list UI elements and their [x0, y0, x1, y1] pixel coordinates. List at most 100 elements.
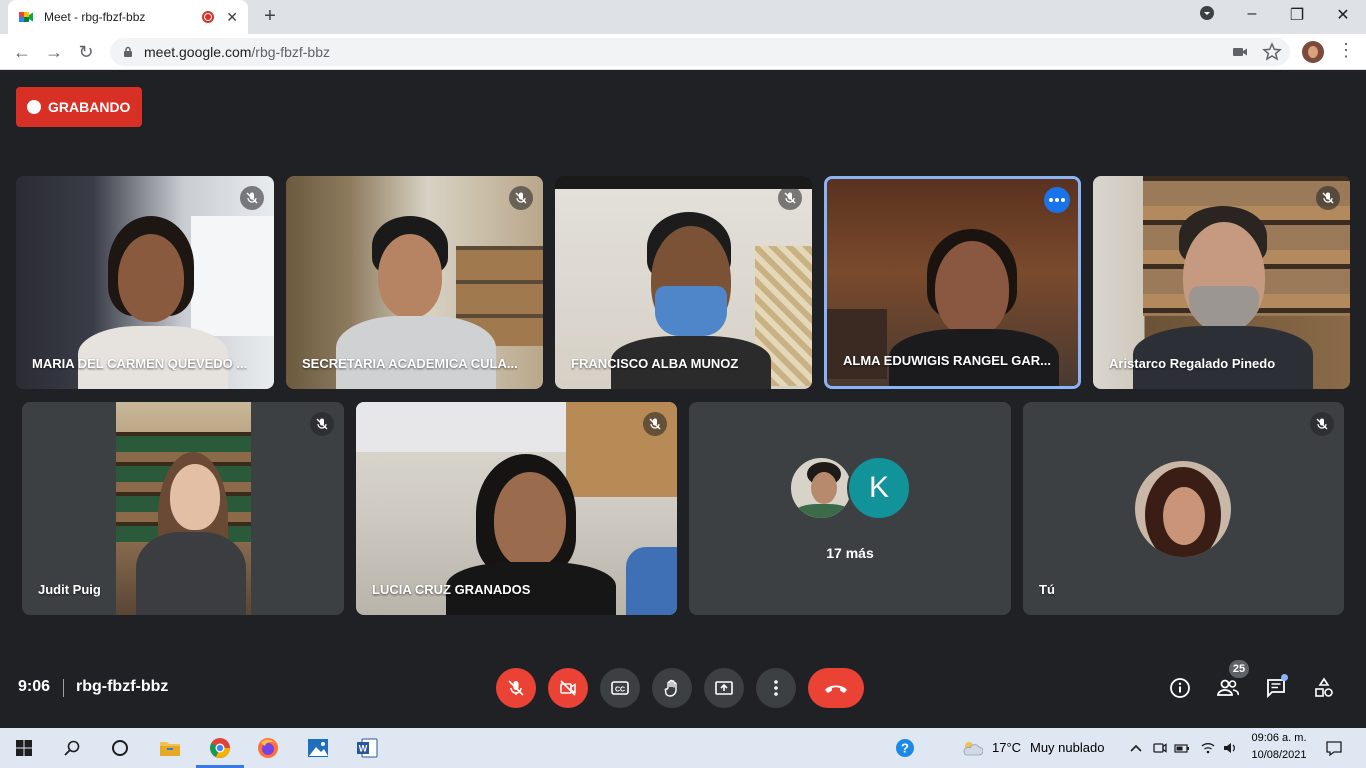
- close-tab-icon[interactable]: ✕: [226, 9, 238, 26]
- raise-hand-button[interactable]: [652, 668, 692, 708]
- back-icon[interactable]: ←: [10, 40, 34, 64]
- weather-temperature: 17°C: [992, 740, 1022, 755]
- cortana-icon[interactable]: [108, 736, 132, 760]
- participant-name: MARIA DEL CARMEN QUEVEDO ...: [32, 356, 248, 371]
- participant-tile[interactable]: LUCIA CRUZ GRANADOS: [356, 402, 677, 615]
- recording-indicator-icon: [202, 11, 215, 23]
- svg-text:?: ?: [901, 741, 909, 756]
- participant-name: FRANCISCO ALBA MUNOZ: [571, 356, 739, 371]
- forward-icon[interactable]: →: [42, 40, 66, 64]
- tab-title: Meet - rbg-fbzf-bbz: [44, 10, 146, 24]
- mic-off-icon: [643, 412, 667, 436]
- meeting-code: rbg-fbzf-bbz: [76, 678, 169, 695]
- browser-toolbar: ← → ↻ meet.google.com/rbg-fbzf-bbz ⋮: [0, 34, 1366, 70]
- mic-off-icon: [1316, 186, 1340, 210]
- activities-icon: [1315, 677, 1333, 697]
- browser-tab[interactable]: Meet - rbg-fbzf-bbz ✕: [8, 0, 248, 34]
- self-avatar: [1135, 461, 1231, 557]
- more-participants-label: 17 más: [826, 545, 874, 561]
- captions-icon: CC: [611, 681, 629, 695]
- chat-notification-dot: [1281, 674, 1288, 681]
- participant-tile[interactable]: FRANCISCO ALBA MUNOZ: [555, 176, 812, 389]
- mic-off-icon: [240, 186, 264, 210]
- svg-text:CC: CC: [615, 687, 625, 694]
- more-options-button[interactable]: [756, 668, 796, 708]
- windows-start-icon[interactable]: [12, 736, 36, 760]
- participant-tile[interactable]: Aristarco Regalado Pinedo: [1093, 176, 1350, 389]
- new-tab-button[interactable]: +: [258, 5, 282, 29]
- people-icon: [1217, 679, 1239, 696]
- volume-icon[interactable]: [1218, 736, 1242, 760]
- activities-button[interactable]: [1312, 676, 1336, 700]
- minimize-icon[interactable]: –: [1240, 5, 1264, 23]
- url-host: meet.google.com: [144, 44, 252, 60]
- more-vert-icon: [774, 680, 778, 696]
- mic-off-icon: [509, 186, 533, 210]
- self-name: Tú: [1039, 582, 1055, 597]
- meeting-details-button[interactable]: [1168, 676, 1192, 700]
- close-window-icon[interactable]: ✕: [1331, 5, 1355, 25]
- recording-badge: GRABANDO: [16, 87, 142, 127]
- restore-icon[interactable]: ❐: [1285, 5, 1309, 25]
- chrome-icon[interactable]: [208, 736, 232, 760]
- participant-name: SECRETARIA ACADEMICA CULA...: [302, 356, 518, 371]
- participant-avatar-letter: K: [847, 456, 911, 520]
- profile-menu-icon[interactable]: [1195, 5, 1219, 26]
- mic-off-icon: [1310, 412, 1334, 436]
- system-date[interactable]: 10/08/2021: [1248, 749, 1310, 761]
- participant-tile-speaking[interactable]: ALMA EDUWIGIS RANGEL GAR...: [824, 176, 1081, 389]
- participant-name: Judit Puig: [38, 582, 101, 597]
- participant-tile[interactable]: SECRETARIA ACADEMICA CULA...: [286, 176, 543, 389]
- present-icon: [715, 681, 733, 695]
- windows-taskbar: W ? 17°C Muy nublado 09:06 a. m. 10/08/2…: [0, 728, 1366, 768]
- present-screen-button[interactable]: [704, 668, 744, 708]
- mic-off-icon: [310, 412, 334, 436]
- participant-name: Aristarco Regalado Pinedo: [1109, 356, 1276, 371]
- self-tile[interactable]: Tú: [1023, 402, 1344, 615]
- people-button[interactable]: [1216, 676, 1240, 700]
- google-meet-icon: [19, 12, 33, 22]
- recording-label: GRABANDO: [48, 99, 131, 115]
- meet-tray-icon[interactable]: [1148, 736, 1172, 760]
- camera-off-icon: [560, 680, 576, 696]
- search-icon[interactable]: [60, 736, 84, 760]
- bookmark-star-icon[interactable]: [1262, 42, 1282, 62]
- participant-count-badge: 25: [1229, 660, 1249, 678]
- photos-icon[interactable]: [306, 736, 330, 760]
- url-path: /rbg-fbzf-bbz: [251, 44, 330, 60]
- firefox-icon[interactable]: [256, 736, 280, 760]
- participant-name: LUCIA CRUZ GRANADOS: [372, 582, 531, 597]
- participant-tile[interactable]: Judit Puig: [22, 402, 344, 615]
- microphone-toggle-button[interactable]: [496, 668, 536, 708]
- record-dot-icon: [27, 100, 41, 114]
- captions-button[interactable]: CC: [600, 668, 640, 708]
- notifications-icon[interactable]: [1322, 736, 1346, 760]
- camera-toggle-button[interactable]: [548, 668, 588, 708]
- mic-off-icon: [508, 680, 524, 696]
- mic-off-icon: [778, 186, 802, 210]
- hang-up-icon: [825, 685, 847, 693]
- word-icon[interactable]: W: [355, 736, 379, 760]
- chevron-up-icon[interactable]: [1124, 736, 1148, 760]
- camera-icon[interactable]: [1230, 42, 1250, 62]
- address-bar[interactable]: meet.google.com/rbg-fbzf-bbz: [110, 38, 1290, 66]
- more-options-icon[interactable]: [1044, 187, 1070, 213]
- browser-menu-icon[interactable]: ⋮: [1336, 40, 1356, 60]
- meeting-clock: 9:06: [18, 678, 51, 695]
- profile-avatar[interactable]: [1302, 41, 1324, 63]
- participant-avatar: [789, 456, 853, 520]
- help-icon[interactable]: ?: [893, 736, 917, 760]
- weather-cloud-icon: [960, 736, 984, 760]
- hand-icon: [664, 679, 677, 697]
- wifi-icon[interactable]: [1196, 736, 1220, 760]
- participant-tile[interactable]: MARIA DEL CARMEN QUEVEDO ...: [16, 176, 274, 389]
- weather-description: Muy nublado: [1030, 740, 1105, 755]
- svg-text:W: W: [359, 744, 368, 754]
- battery-icon: [1170, 736, 1194, 760]
- more-participants-tile[interactable]: K 17 más: [689, 402, 1011, 615]
- system-time[interactable]: 09:06 a. m.: [1248, 732, 1310, 744]
- leave-call-button[interactable]: [808, 668, 864, 708]
- reload-icon[interactable]: ↻: [74, 40, 98, 64]
- participant-name: ALMA EDUWIGIS RANGEL GAR...: [843, 353, 1051, 368]
- file-explorer-icon[interactable]: [158, 736, 182, 760]
